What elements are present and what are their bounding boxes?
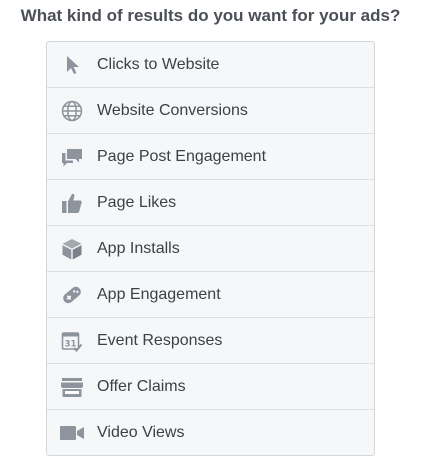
option-app-installs[interactable]: App Installs	[47, 225, 374, 271]
cursor-icon	[59, 54, 85, 76]
globe-icon	[59, 100, 85, 122]
calendar-icon: 31	[59, 330, 85, 352]
option-offer-claims[interactable]: Offer Claims	[47, 363, 374, 409]
option-label: App Engagement	[97, 285, 221, 303]
option-label: Offer Claims	[97, 377, 186, 395]
option-label: Page Likes	[97, 193, 177, 211]
cube-icon	[59, 238, 85, 260]
ad-objective-list: Clicks to Website Website Conversions Pa…	[46, 41, 375, 456]
option-label: App Installs	[97, 239, 180, 257]
storefront-icon	[59, 376, 85, 398]
option-label: Event Responses	[97, 331, 223, 349]
gamepad-icon	[59, 284, 85, 306]
option-page-post-engagement[interactable]: Page Post Engagement	[47, 133, 374, 179]
option-clicks-to-website[interactable]: Clicks to Website	[47, 42, 374, 87]
option-label: Website Conversions	[97, 101, 248, 119]
video-camera-icon	[59, 422, 85, 444]
page-title: What kind of results do you want for you…	[20, 6, 401, 25]
thumbs-up-icon	[59, 192, 85, 214]
option-page-likes[interactable]: Page Likes	[47, 179, 374, 225]
speech-bubbles-icon	[59, 146, 85, 168]
option-label: Video Views	[97, 423, 185, 441]
option-label: Clicks to Website	[97, 55, 220, 73]
option-website-conversions[interactable]: Website Conversions	[47, 87, 374, 133]
option-app-engagement[interactable]: App Engagement	[47, 271, 374, 317]
option-video-views[interactable]: Video Views	[47, 409, 374, 455]
option-label: Page Post Engagement	[97, 147, 267, 165]
option-event-responses[interactable]: 31 Event Responses	[47, 317, 374, 363]
